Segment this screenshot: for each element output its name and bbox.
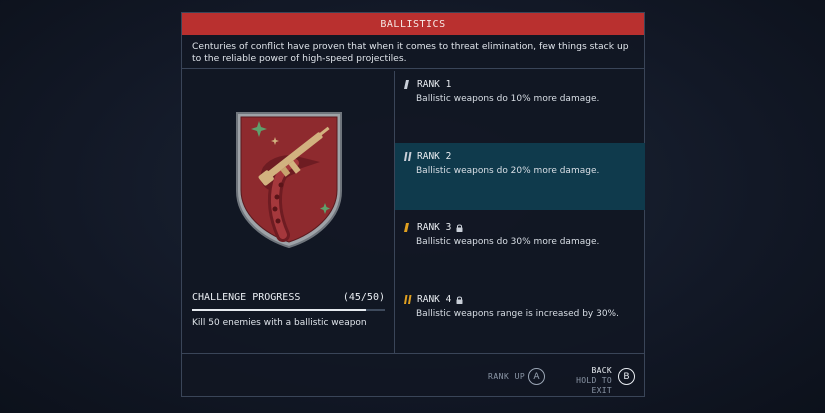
a-button-glyph: A xyxy=(533,371,540,382)
challenge-header: CHALLENGE PROGRESS (45/50) xyxy=(192,292,385,303)
skill-body: CHALLENGE PROGRESS (45/50) Kill 50 enemi… xyxy=(182,71,645,353)
skill-description: Centuries of conflict have proven that w… xyxy=(182,35,644,69)
challenge-count: (45/50) xyxy=(342,292,385,303)
rank-3-description: Ballistic weapons do 30% more damage. xyxy=(416,237,600,247)
back-hint: BACK HOLD TO EXIT xyxy=(556,366,612,396)
rank-1-icon xyxy=(404,80,409,89)
rank-3-icon xyxy=(404,223,409,232)
challenge-progress-bar xyxy=(192,309,385,311)
skill-panel: BALLISTICS Centuries of conflict have pr… xyxy=(181,12,645,397)
hold-to-exit-label: HOLD TO EXIT xyxy=(576,376,612,395)
rank-2-icon xyxy=(404,152,412,161)
back-label: BACK xyxy=(591,366,612,375)
challenge-description: Kill 50 enemies with a ballistic weapon xyxy=(192,318,367,328)
rank-list: RANK 1 Ballistic weapons do 10% more dam… xyxy=(395,71,645,353)
footer-bar: RANK UP A BACK HOLD TO EXIT B xyxy=(182,353,644,397)
rank-up-label: RANK UP xyxy=(488,372,526,381)
rank-2-label: RANK 2 xyxy=(417,151,452,162)
challenge-progress-fill xyxy=(192,309,366,311)
rank-4-label: RANK 4 xyxy=(417,294,452,305)
skill-title: BALLISTICS xyxy=(380,18,446,30)
rank-2-description: Ballistic weapons do 20% more damage. xyxy=(416,166,600,176)
lock-icon xyxy=(456,223,463,232)
rank-4-icon xyxy=(404,295,412,304)
challenge-title: CHALLENGE PROGRESS xyxy=(192,292,301,303)
rank-1-description: Ballistic weapons do 10% more damage. xyxy=(416,94,600,104)
lock-icon xyxy=(456,295,463,304)
rank-1-row[interactable]: RANK 1 Ballistic weapons do 10% more dam… xyxy=(395,71,645,138)
rank-3-label: RANK 3 xyxy=(417,222,452,233)
rank-4-row[interactable]: RANK 4 Ballistic weapons range is increa… xyxy=(395,286,645,353)
b-button-glyph: B xyxy=(623,371,630,382)
rank-4-description: Ballistic weapons range is increased by … xyxy=(416,309,619,319)
rank-up-button[interactable]: A xyxy=(528,368,545,385)
skill-info-column: CHALLENGE PROGRESS (45/50) Kill 50 enemi… xyxy=(182,71,395,353)
rank-3-row[interactable]: RANK 3 Ballistic weapons do 30% more dam… xyxy=(395,214,645,281)
rank-1-label: RANK 1 xyxy=(417,79,452,90)
ballistics-emblem-icon xyxy=(236,112,342,249)
back-button[interactable]: B xyxy=(618,368,635,385)
skill-title-bar: BALLISTICS xyxy=(182,13,644,35)
rank-2-row[interactable]: RANK 2 Ballistic weapons do 20% more dam… xyxy=(395,143,645,210)
